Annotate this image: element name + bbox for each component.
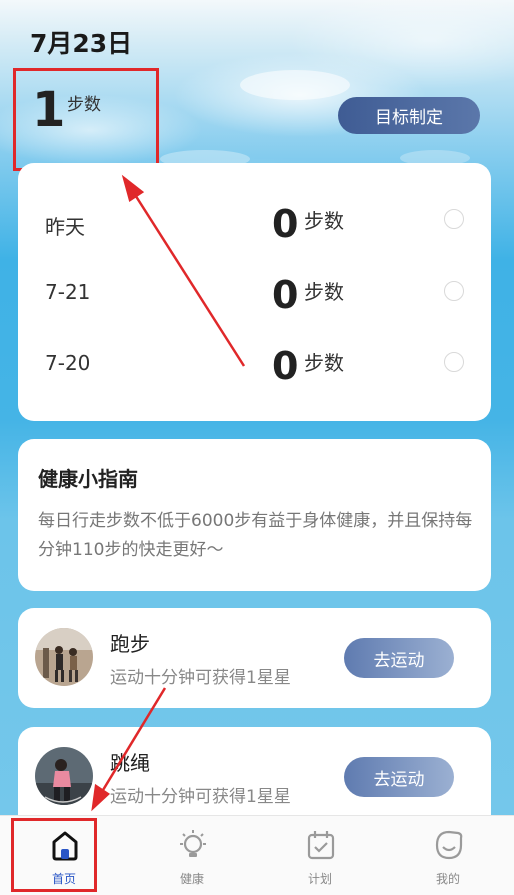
history-date-label: 7-21 (45, 280, 91, 304)
calendar-check-icon (307, 831, 335, 860)
activity-subtitle: 运动十分钟可获得1星星 (110, 787, 291, 807)
history-date-label: 7-20 (45, 351, 91, 375)
history-row: 7-20 0 步数 (18, 339, 491, 399)
history-row: 7-21 0 步数 (18, 268, 491, 328)
tab-plan[interactable]: 计划 (256, 816, 384, 895)
activity-subtitle: 运动十分钟可获得1星星 (110, 668, 291, 688)
history-steps-unit: 步数 (304, 209, 344, 233)
start-jump-rope-button[interactable]: 去运动 (344, 757, 454, 797)
activity-title: 跑步 (110, 632, 150, 656)
start-running-button[interactable]: 去运动 (344, 638, 454, 678)
history-radio[interactable] (444, 281, 464, 301)
jump-rope-avatar (35, 747, 93, 805)
history-steps-value: 0 (272, 202, 299, 246)
tab-health[interactable]: 健康 (128, 816, 256, 895)
history-date-label: 昨天 (45, 215, 85, 239)
lightbulb-icon (180, 830, 206, 857)
water-splash (240, 70, 350, 100)
history-radio[interactable] (444, 209, 464, 229)
tab-health-label: 健康 (179, 872, 204, 886)
guide-title: 健康小指南 (38, 467, 138, 491)
annotation-box-steps (13, 68, 159, 171)
guide-text: 每日行走步数不低于6000步有益于身体健康，并且保持每分钟110步的快走更好～ (38, 511, 473, 560)
goal-setting-button[interactable]: 目标制定 (338, 97, 480, 134)
step-history-card: 昨天 0 步数 7-21 0 步数 7-20 0 步数 (18, 163, 491, 421)
history-radio[interactable] (444, 352, 464, 372)
current-date: 7月23日 (30, 29, 133, 58)
history-steps-unit: 步数 (304, 351, 344, 375)
tab-mine-label: 我的 (435, 872, 460, 886)
annotation-box-home-tab (11, 818, 97, 892)
smile-face-icon (435, 830, 463, 860)
tab-mine[interactable]: 我的 (384, 816, 512, 895)
history-steps-value: 0 (272, 344, 299, 388)
running-avatar (35, 628, 93, 686)
activity-title: 跳绳 (110, 751, 150, 775)
activity-card-running[interactable]: 跑步 运动十分钟可获得1星星 去运动 (18, 608, 491, 708)
tab-plan-label: 计划 (307, 872, 332, 886)
health-guide-card: 健康小指南 每日行走步数不低于6000步有益于身体健康，并且保持每分钟110步的… (18, 439, 491, 591)
history-row: 昨天 0 步数 (18, 195, 491, 255)
history-steps-value: 0 (272, 273, 299, 317)
history-steps-unit: 步数 (304, 280, 344, 304)
